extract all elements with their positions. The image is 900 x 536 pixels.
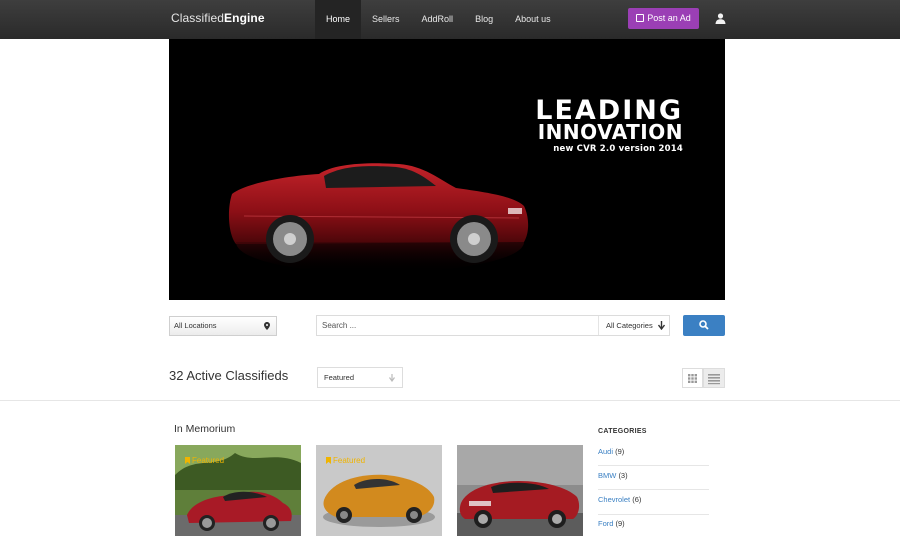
logo-text-1: Classified — [171, 11, 225, 25]
category-divider — [598, 465, 709, 466]
featured-badge: Featured — [326, 456, 365, 465]
section-divider — [0, 400, 900, 401]
category-link[interactable]: Audi — [598, 447, 613, 456]
list-icon — [708, 374, 720, 385]
nav-item-blog[interactable]: Blog — [464, 0, 504, 39]
search-bar: All Categories — [316, 315, 670, 336]
search-icon — [699, 320, 709, 330]
top-navbar: ClassifiedEngine Home Sellers AddRoll Bl… — [0, 0, 900, 39]
active-classifieds-count: 32 Active Classifieds — [169, 368, 289, 383]
arrow-down-icon — [389, 374, 395, 382]
category-count: (3) — [618, 471, 628, 480]
category-select-value: All Categories — [606, 321, 653, 330]
edit-icon — [636, 14, 645, 22]
hero-banner[interactable]: LEADING INNOVATION new CVR 2.0 version 2… — [169, 39, 725, 300]
category-item-audi: Audi (9) — [598, 447, 709, 456]
post-ad-label: Post an Ad — [647, 13, 691, 23]
category-divider — [598, 489, 709, 490]
list-view-button[interactable] — [703, 368, 725, 388]
post-ad-button[interactable]: Post an Ad — [628, 8, 699, 29]
user-icon[interactable] — [715, 13, 726, 24]
listing-card[interactable]: Featured — [175, 445, 301, 536]
sort-select[interactable]: Featured — [317, 367, 403, 388]
category-link[interactable]: Ford — [598, 519, 613, 528]
category-divider — [598, 514, 709, 515]
map-pin-icon — [264, 322, 270, 330]
hero-title: LEADING INNOVATION new CVR 2.0 version 2… — [535, 97, 683, 154]
main-nav: Home Sellers AddRoll Blog About us — [315, 0, 562, 39]
category-link[interactable]: BMW — [598, 471, 616, 480]
search-input[interactable] — [317, 316, 598, 335]
location-select[interactable]: All Locations — [169, 316, 277, 336]
sort-select-value: Featured — [324, 373, 355, 382]
bookmark-icon — [326, 457, 331, 464]
bookmark-icon — [185, 457, 190, 464]
featured-badge: Featured — [185, 456, 224, 465]
section-title: In Memorium — [174, 423, 236, 435]
category-count: (6) — [632, 495, 642, 504]
listing-card[interactable]: Featured — [316, 445, 442, 536]
category-link[interactable]: Chevrolet — [598, 495, 630, 504]
category-count: (9) — [615, 519, 625, 528]
listing-card[interactable] — [457, 445, 583, 536]
category-item-ford: Ford (9) — [598, 519, 709, 528]
featured-badge-label: Featured — [333, 456, 366, 465]
arrow-down-icon — [658, 321, 665, 330]
featured-badge-label: Featured — [192, 456, 225, 465]
search-button[interactable] — [683, 315, 725, 336]
location-select-value: All Locations — [174, 321, 217, 330]
site-logo[interactable]: ClassifiedEngine — [171, 11, 265, 25]
category-select[interactable]: All Categories — [598, 316, 670, 335]
hero-line-2: INNOVATION — [537, 120, 683, 144]
category-item-bmw: BMW (3) — [598, 471, 709, 480]
grid-icon — [688, 374, 697, 383]
hero-car-image — [228, 163, 529, 274]
logo-text-2: Engine — [224, 11, 265, 25]
hero-line-3: new CVR 2.0 version 2014 — [553, 144, 683, 154]
grid-view-button[interactable] — [682, 368, 703, 388]
category-item-chevrolet: Chevrolet (6) — [598, 495, 709, 504]
nav-item-about-us[interactable]: About us — [504, 0, 562, 39]
nav-item-sellers[interactable]: Sellers — [361, 0, 411, 39]
category-count: (9) — [615, 447, 625, 456]
listing-image — [457, 445, 583, 536]
nav-item-home[interactable]: Home — [315, 0, 362, 39]
nav-item-addroll[interactable]: AddRoll — [411, 0, 465, 39]
categories-heading: CATEGORIES — [598, 428, 647, 435]
